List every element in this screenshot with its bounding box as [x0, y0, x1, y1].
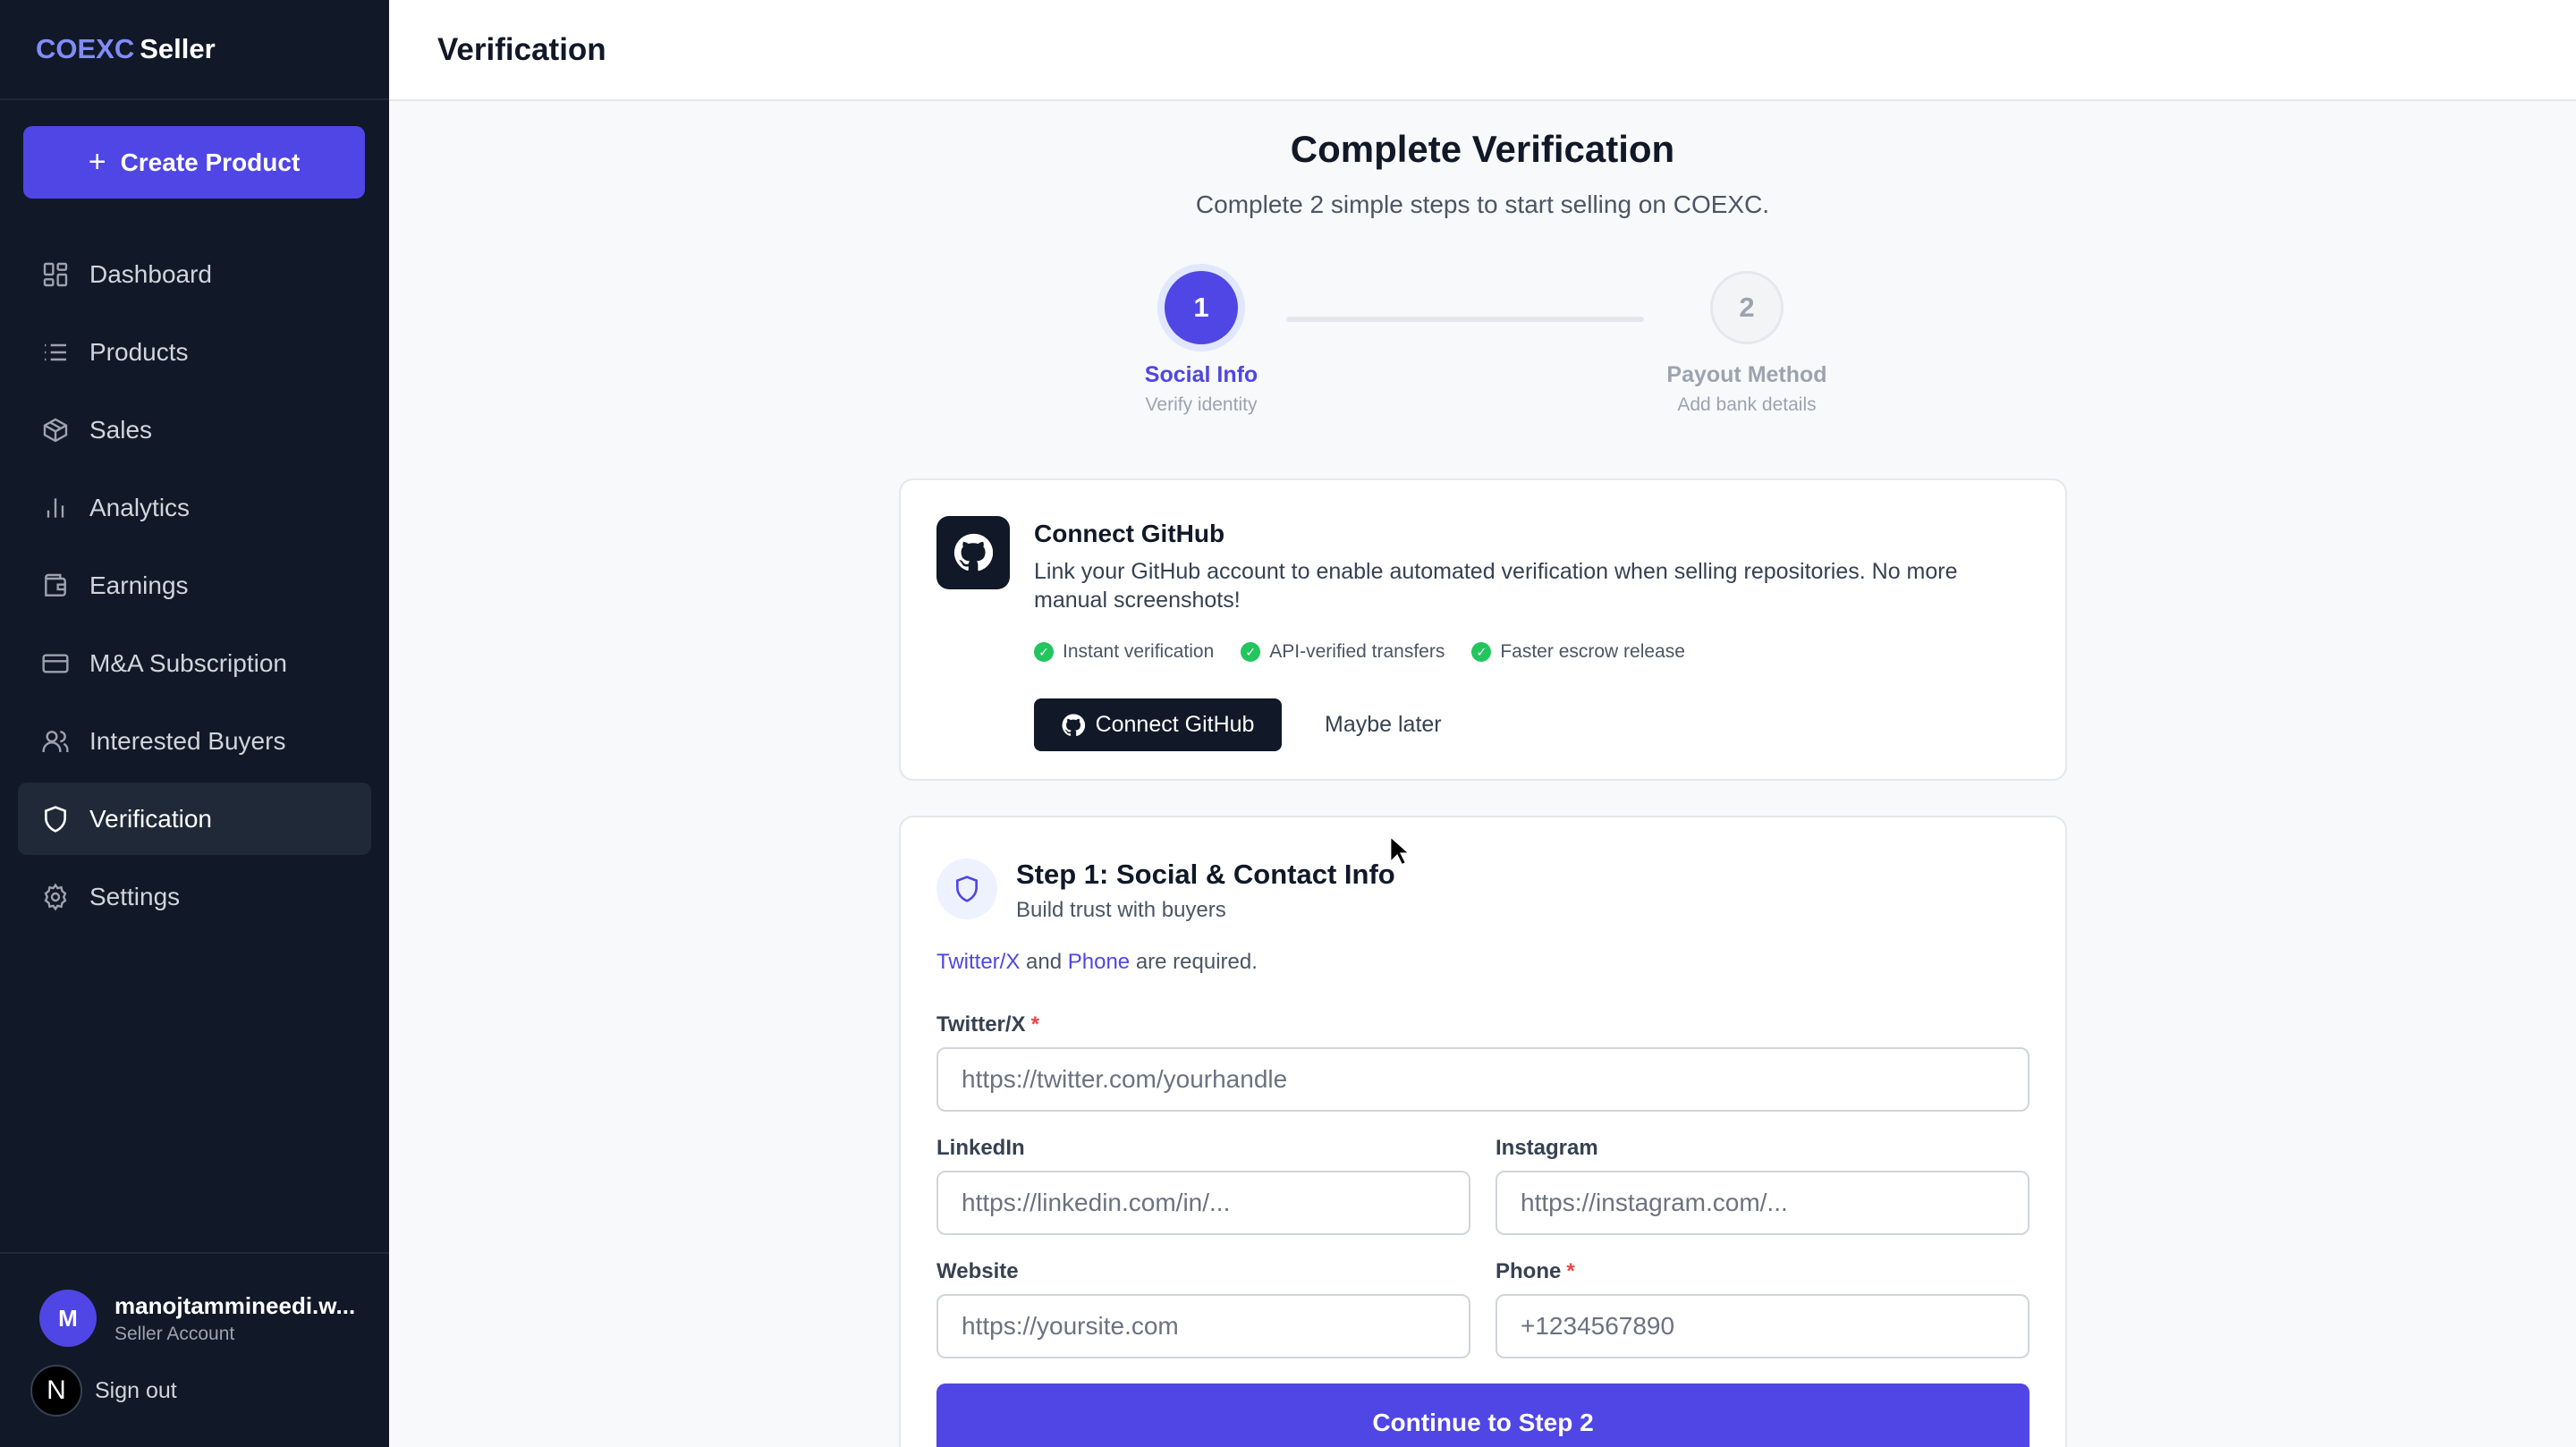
wallet-icon [45, 573, 66, 597]
sidebar-item-verification[interactable]: Verification [18, 783, 371, 855]
required-phone: Phone [1067, 950, 1131, 974]
feature-item: ✓ Instant verification [1034, 641, 1214, 663]
user-profile[interactable]: M manojtammineedi.w... Seller Account [39, 1290, 355, 1347]
mouse-cursor-icon [1389, 835, 1411, 867]
sidebar-item-label: Earnings [89, 571, 189, 599]
twitter-input[interactable] [936, 1047, 2029, 1112]
step-1-sublabel: Verify identity [1145, 394, 1258, 415]
next-logo-badge: N [30, 1365, 82, 1417]
linkedin-input[interactable] [936, 1171, 1470, 1235]
sidebar-item-analytics[interactable]: Analytics [18, 471, 371, 544]
sidebar: COEXC Seller + Create Product Dashboard … [0, 0, 389, 1447]
brand-name: COEXC [36, 33, 135, 64]
step-connector [1286, 317, 1644, 322]
sidebar-item-interested-buyers[interactable]: Interested Buyers [18, 705, 371, 777]
sidebar-nav: Dashboard Products Sales Analytics Earni… [18, 238, 371, 938]
instagram-input[interactable] [1496, 1171, 2029, 1235]
sign-out-label: Sign out [95, 1377, 177, 1403]
page-title: Verification [437, 31, 606, 67]
step-2-sublabel: Add bank details [1677, 394, 1817, 415]
sign-out-button[interactable]: N Sign out [30, 1365, 177, 1417]
step-1-label: Social Info [1144, 362, 1258, 387]
sidebar-item-earnings[interactable]: Earnings [18, 549, 371, 622]
shield-icon [45, 805, 66, 833]
step-2-indicator: 2 [1710, 271, 1784, 344]
linkedin-label: LinkedIn [936, 1136, 1025, 1160]
phone-label: Phone * [1496, 1259, 1575, 1284]
feature-label: API-verified transfers [1269, 641, 1445, 662]
sidebar-item-settings[interactable]: Settings [18, 860, 371, 933]
connect-github-card: Connect GitHub Link your GitHub account … [899, 478, 2067, 781]
avatar: M [39, 1290, 97, 1347]
required-note: Twitter/X and Phone are required. [936, 950, 1258, 975]
sidebar-item-label: Products [89, 337, 189, 366]
sidebar-item-label: Sales [89, 415, 153, 444]
required-twitter: Twitter/X [936, 950, 1021, 974]
required-and: and [1026, 950, 1063, 974]
dashboard-icon [43, 262, 68, 286]
instagram-label: Instagram [1496, 1136, 1598, 1160]
website-label: Website [936, 1259, 1019, 1283]
stepper: 1 2 Social Info Verify identity Payout M… [389, 101, 2576, 423]
github-icon [1062, 714, 1085, 736]
connect-github-button[interactable]: Connect GitHub [1034, 698, 1282, 751]
github-card-description: Link your GitHub account to enable autom… [1034, 559, 1958, 613]
sidebar-item-label: Dashboard [89, 259, 212, 288]
sidebar-item-label: Analytics [89, 493, 191, 521]
users-icon [42, 730, 69, 752]
feature-item: ✓ Faster escrow release [1471, 641, 1685, 663]
step-1-indicator: 1 [1165, 271, 1238, 344]
required-asterisk: * [1030, 1012, 1039, 1037]
plus-icon: + [88, 145, 106, 179]
github-icon [953, 533, 993, 571]
form-title: Step 1: Social & Contact Info [1016, 859, 1395, 890]
form-description: Build trust with buyers [1016, 898, 1226, 922]
user-role: Seller Account [114, 1323, 235, 1344]
sidebar-item-label: Verification [89, 804, 212, 833]
top-bar: Verification [389, 0, 2576, 101]
create-product-label: Create Product [120, 148, 301, 176]
feature-item: ✓ API-verified transfers [1241, 641, 1445, 663]
shield-icon [956, 876, 978, 902]
sidebar-item-products[interactable]: Products [18, 316, 371, 388]
github-features: ✓ Instant verification ✓ API-verified tr… [1034, 641, 1712, 663]
check-circle-icon: ✓ [1241, 642, 1261, 662]
sidebar-item-label: Settings [89, 882, 181, 910]
sidebar-item-sales[interactable]: Sales [18, 393, 371, 466]
continue-to-step-2-button[interactable]: Continue to Step 2 [936, 1384, 2029, 1447]
twitter-label-text: Twitter/X [936, 1012, 1026, 1037]
check-circle-icon: ✓ [1471, 642, 1492, 662]
required-tail: are required. [1135, 950, 1258, 974]
website-input[interactable] [936, 1294, 1470, 1358]
maybe-later-button[interactable]: Maybe later [1303, 698, 1463, 751]
sidebar-item-label: Interested Buyers [89, 726, 286, 755]
feature-label: Instant verification [1063, 641, 1215, 662]
credit-card-icon [42, 653, 69, 673]
github-logo-tile [936, 516, 1010, 589]
sidebar-item-dashboard[interactable]: Dashboard [18, 238, 371, 310]
user-name: manojtammineedi.w... [114, 1291, 356, 1319]
sidebar-footer: M manojtammineedi.w... Seller Account N … [0, 1252, 389, 1447]
connect-github-label: Connect GitHub [1095, 712, 1255, 737]
shield-badge [936, 859, 997, 919]
box-icon [43, 418, 68, 442]
phone-label-text: Phone [1496, 1259, 1562, 1283]
brand-logo[interactable]: COEXC Seller [0, 0, 389, 100]
create-product-button[interactable]: + Create Product [23, 126, 365, 199]
social-info-form-card: Step 1: Social & Contact Info Build trus… [899, 816, 2067, 1447]
main-content: Complete Verification Complete 2 simple … [389, 101, 2576, 1447]
bar-chart-icon [47, 497, 64, 518]
gear-icon [44, 883, 67, 910]
required-asterisk: * [1566, 1259, 1575, 1283]
github-card-title: Connect GitHub [1034, 520, 1225, 547]
sidebar-item-label: M&A Subscription [89, 648, 287, 677]
sidebar-item-ma-subscription[interactable]: M&A Subscription [18, 627, 371, 699]
twitter-label: Twitter/X * [936, 1012, 1039, 1037]
phone-input[interactable] [1496, 1294, 2029, 1358]
list-icon [45, 343, 66, 360]
check-circle-icon: ✓ [1034, 642, 1054, 662]
step-2-label: Payout Method [1666, 362, 1827, 387]
brand-suffix: Seller [140, 33, 216, 64]
feature-label: Faster escrow release [1500, 641, 1685, 662]
